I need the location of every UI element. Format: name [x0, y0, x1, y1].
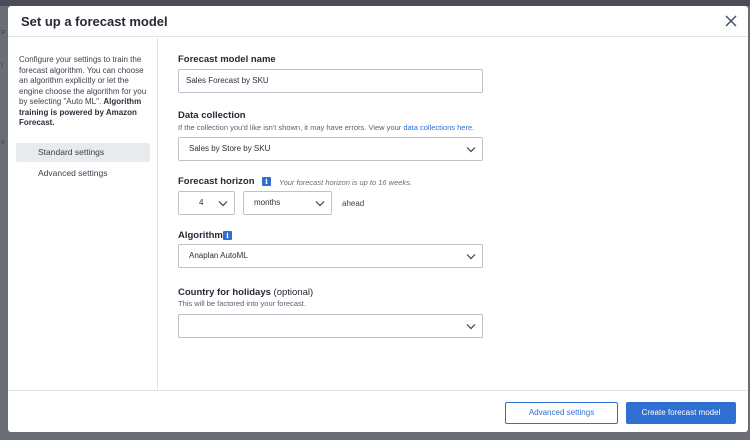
chevron-down-icon [466, 147, 476, 153]
info-icon[interactable]: i [262, 177, 271, 186]
country-label-optional: (optional) [273, 287, 314, 298]
data-collection-helper-text: If the collection you'd like isn't shown… [178, 123, 404, 132]
model-name-label: Forecast model name [178, 54, 276, 65]
country-label-text: Country for holidays [178, 287, 271, 298]
background-fragment: P [1, 30, 6, 37]
country-helper: This will be factored into your forecast… [178, 299, 306, 308]
data-collection-label: Data collection [178, 110, 246, 121]
country-select[interactable] [178, 314, 483, 338]
horizon-unit-value: months [254, 198, 281, 207]
horizon-suffix: ahead [342, 199, 365, 208]
dialog-footer: Advanced settings Create forecast model [8, 390, 748, 432]
data-collection-helper: If the collection you'd like isn't shown… [178, 123, 474, 132]
sidebar-item-label: Advanced settings [38, 168, 108, 178]
model-name-input[interactable]: Sales Forecast by SKU [178, 69, 483, 93]
forecast-model-dialog: Set up a forecast model Configure your s… [8, 6, 748, 432]
close-button[interactable] [723, 13, 739, 29]
algorithm-label: Algorithm [178, 230, 223, 241]
advanced-settings-button[interactable]: Advanced settings [505, 402, 618, 424]
algorithm-value: Anaplan AutoML [189, 251, 248, 260]
horizon-unit-select[interactable]: months [243, 191, 332, 215]
form-content: Forecast model name Sales Forecast by SK… [178, 38, 738, 390]
chevron-down-icon [315, 201, 325, 207]
dialog-title: Set up a forecast model [21, 14, 168, 29]
forecast-horizon-hint: Your forecast horizon is up to 16 weeks. [279, 178, 412, 187]
close-icon [725, 15, 737, 27]
background-fragment: F [1, 140, 6, 147]
data-collection-value: Sales by Store by SKU [189, 144, 271, 153]
chevron-down-icon [466, 324, 476, 330]
sidebar-item-standard-settings[interactable]: Standard settings [16, 143, 150, 162]
sidebar-description: Configure your settings to train the for… [19, 55, 154, 129]
create-forecast-model-button[interactable]: Create forecast model [626, 402, 736, 424]
algorithm-select[interactable]: Anaplan AutoML [178, 244, 483, 268]
sidebar-item-advanced-settings[interactable]: Advanced settings [16, 164, 150, 183]
info-icon[interactable]: i [223, 231, 232, 240]
chevron-down-icon [466, 254, 476, 260]
settings-sidebar: Configure your settings to train the for… [8, 38, 158, 390]
chevron-down-icon [218, 201, 228, 207]
data-collection-select[interactable]: Sales by Store by SKU [178, 137, 483, 161]
horizon-amount-select[interactable]: 4 [178, 191, 235, 215]
background-fragment: I [1, 62, 3, 69]
forecast-horizon-label: Forecast horizon [178, 176, 255, 187]
horizon-amount-value: 4 [199, 198, 204, 207]
country-label: Country for holidays (optional) [178, 287, 313, 298]
data-collections-link[interactable]: data collections here. [403, 123, 474, 132]
sidebar-item-label: Standard settings [38, 147, 105, 157]
dialog-header: Set up a forecast model [8, 6, 748, 37]
